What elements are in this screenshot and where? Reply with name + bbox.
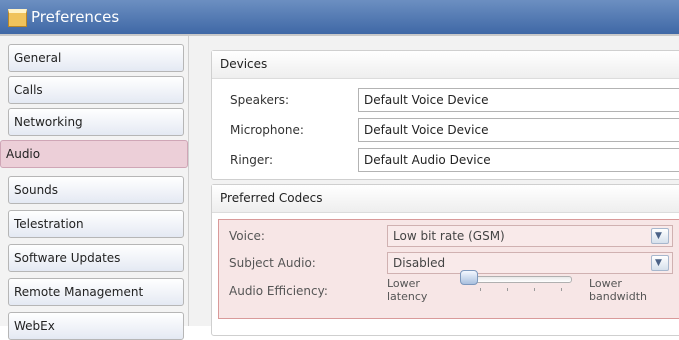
sidebar-item-remote-management[interactable]: Remote Management: [8, 278, 184, 306]
sidebar-item-label: General: [14, 51, 62, 65]
preferred-codecs-group: Preferred Codecs Voice: Low bit rate (GS…: [211, 184, 679, 336]
sidebar-item-label: Sounds: [14, 183, 59, 197]
sidebar-item-label: Audio: [6, 147, 41, 161]
sidebar-item-sounds[interactable]: Sounds: [8, 176, 184, 204]
sidebar-item-software-updates[interactable]: Software Updates: [8, 244, 184, 272]
sidebar-item-audio[interactable]: Audio: [0, 140, 188, 168]
ringer-field[interactable]: Default Audio Device: [358, 148, 679, 172]
window-title: Preferences: [31, 8, 120, 26]
sidebar-item-networking[interactable]: Networking: [8, 108, 184, 136]
sidebar-item-calls[interactable]: Calls: [8, 76, 184, 104]
speakers-field[interactable]: Default Voice Device: [358, 88, 679, 112]
efficiency-max-label-line1: Lower: [589, 277, 622, 290]
devices-group: Devices Speakers: Default Voice Device M…: [211, 50, 679, 180]
sidebar-item-label: Software Updates: [14, 251, 121, 265]
chevron-down-icon[interactable]: ▼: [651, 228, 669, 244]
sidebar-item-label: Remote Management: [14, 285, 144, 299]
preferences-icon: [8, 9, 27, 27]
chevron-down-icon[interactable]: ▼: [651, 255, 669, 271]
subject-audio-label: Subject Audio:: [229, 256, 316, 270]
slider-tick: [561, 288, 562, 291]
preferred-codecs-header: Preferred Codecs: [212, 185, 679, 213]
slider-tick: [507, 288, 508, 291]
sidebar-item-label: WebEx: [14, 319, 55, 333]
codec-settings-highlight: Voice: Low bit rate (GSM) ▼ Subject Audi…: [218, 219, 679, 319]
sidebar-item-telestration[interactable]: Telestration: [8, 210, 184, 238]
microphone-field[interactable]: Default Voice Device: [358, 118, 679, 142]
microphone-label: Microphone:: [230, 123, 304, 137]
sidebar-item-general[interactable]: General: [8, 44, 184, 72]
voice-label: Voice:: [229, 229, 265, 243]
sidebar: General Calls Networking Audio Sounds Te…: [0, 36, 189, 340]
sidebar-item-label: Networking: [14, 115, 83, 129]
voice-codec-value: Low bit rate (GSM): [393, 229, 505, 243]
slider-tick: [534, 288, 535, 291]
audio-efficiency-slider-thumb[interactable]: [460, 270, 478, 285]
slider-tick: [480, 288, 481, 291]
sidebar-item-label: Telestration: [14, 217, 84, 231]
title-bar: Preferences: [0, 0, 679, 34]
voice-codec-select[interactable]: Low bit rate (GSM) ▼: [387, 225, 673, 247]
ringer-label: Ringer:: [230, 153, 274, 167]
efficiency-min-label-line2: latency: [387, 290, 428, 303]
audio-efficiency-label: Audio Efficiency:: [229, 284, 328, 298]
subject-audio-select[interactable]: Disabled ▼: [387, 252, 673, 274]
speakers-label: Speakers:: [230, 93, 290, 107]
sidebar-item-webex[interactable]: WebEx: [8, 312, 184, 340]
audio-settings-panel: Devices Speakers: Default Voice Device M…: [189, 36, 679, 336]
subject-audio-value: Disabled: [393, 256, 446, 270]
sidebar-item-label: Calls: [14, 83, 43, 97]
efficiency-min-label-line1: Lower: [387, 277, 420, 290]
efficiency-max-label-line2: bandwidth: [589, 290, 647, 303]
devices-header: Devices: [212, 51, 679, 79]
